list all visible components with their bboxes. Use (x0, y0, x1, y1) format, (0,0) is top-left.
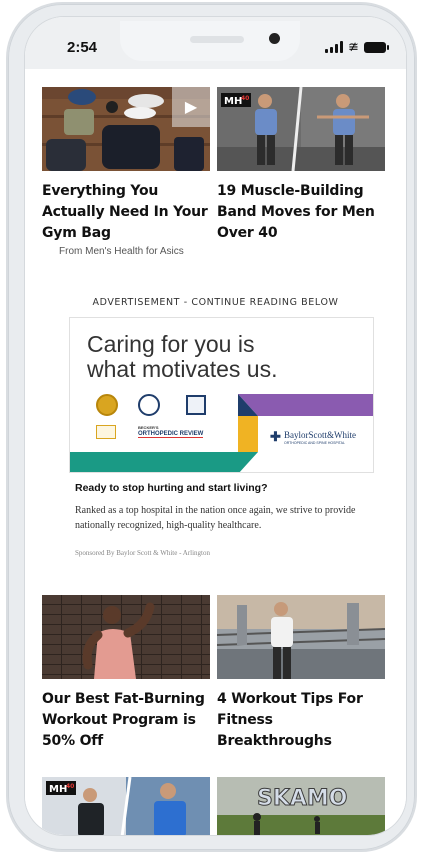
ad-headline-line2: what motivates us. (87, 356, 278, 382)
workout-tips-image (217, 595, 385, 679)
card-peek-right[interactable]: SKAMO (217, 777, 385, 835)
card-subtitle: From Men's Health for Asics (59, 246, 184, 257)
ad-headline[interactable]: Caring for you is what motivates us. (87, 332, 277, 382)
card-title[interactable]: Our Best Fat-Burning Workout Program is … (42, 689, 210, 752)
card-thumbnail[interactable]: ▶ (42, 87, 210, 171)
phone-screen: 2:54 ≇ ▶ Everything You Actually Need In… (24, 16, 407, 836)
card-thumbnail[interactable] (217, 595, 385, 679)
ad-banner[interactable]: Caring for you is what motivates us. BEC… (69, 317, 374, 473)
card-thumbnail[interactable] (42, 595, 210, 679)
status-icons: ≇ (325, 39, 389, 54)
wifi-icon: ≇ (348, 39, 359, 54)
article-feed[interactable]: ▶ Everything You Actually Need In Your G… (25, 69, 406, 835)
svg-text:40: 40 (241, 95, 249, 102)
band-moves-image: MH 40 (217, 87, 385, 171)
ad-headline-line1: Caring for you is (87, 331, 255, 357)
graffiti-text: SKAMO (257, 786, 348, 811)
signal-icon (325, 41, 343, 53)
ad-sponsor[interactable]: Sponsored By Baylor Scott & White - Arli… (75, 549, 210, 557)
status-time: 2:54 (67, 39, 98, 56)
card-workout-tips[interactable]: 4 Workout Tips For Fitness Breakthroughs (217, 595, 385, 752)
peek-left-image: MH 40 (42, 777, 210, 835)
ad-question[interactable]: Ready to stop hurting and start living? (75, 482, 268, 494)
card-gym-bag[interactable]: ▶ Everything You Actually Need In Your G… (42, 87, 210, 257)
fat-burning-image (42, 595, 210, 679)
card-band-moves[interactable]: MH 40 19 Muscle-Building Band Moves for … (217, 87, 385, 244)
card-thumbnail[interactable]: MH 40 (217, 87, 385, 171)
card-fat-burning[interactable]: Our Best Fat-Burning Workout Program is … (42, 595, 210, 752)
ad-brand-sub: ORTHOPEDIC AND SPINE HOSPITAL (284, 441, 345, 445)
camera-icon (269, 33, 280, 44)
battery-icon (363, 41, 389, 53)
card-thumbnail[interactable]: SKAMO (217, 777, 385, 835)
play-icon[interactable]: ▶ (172, 87, 210, 127)
ad-brand: BaylorScott&White (284, 430, 356, 440)
svg-text:MH: MH (49, 784, 67, 795)
card-thumbnail[interactable]: MH 40 (42, 777, 210, 835)
speaker (190, 36, 244, 43)
ad-label: ADVERTISEMENT - CONTINUE READING BELOW (92, 297, 339, 308)
svg-text:MH: MH (224, 96, 242, 107)
card-peek-left[interactable]: MH 40 (42, 777, 210, 835)
card-title[interactable]: Everything You Actually Need In Your Gym… (42, 181, 210, 244)
status-bar: 2:54 ≇ (25, 17, 406, 69)
peek-right-image: SKAMO (217, 777, 385, 835)
card-title[interactable]: 19 Muscle-Building Band Moves for Men Ov… (217, 181, 385, 244)
ad-body: Ranked as a top hospital in the nation o… (75, 505, 356, 531)
card-title[interactable]: 4 Workout Tips For Fitness Breakthroughs (217, 689, 385, 752)
cross-logo-icon: ✚ (270, 429, 281, 444)
svg-text:40: 40 (66, 783, 74, 790)
